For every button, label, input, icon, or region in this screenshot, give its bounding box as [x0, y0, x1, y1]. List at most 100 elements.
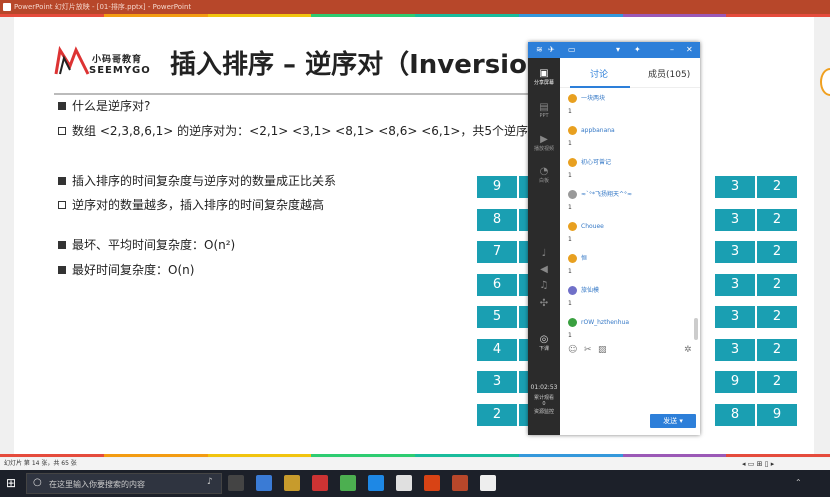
grid-cell: 7: [476, 240, 518, 264]
close-icon[interactable]: ✕: [686, 46, 693, 54]
grid-cell: 8: [476, 207, 518, 232]
grid-cell: 2: [756, 305, 798, 329]
live-chat-panel: ≋ ✈ ▭ ▾ ✦ – ✕ ▣ 分享屏幕 ▤ PPT ▶ 播放视频 ◔ 白板 ♩ ◀ ♫…: [528, 42, 700, 435]
ppt-button[interactable]: ▤ PPT: [528, 102, 560, 119]
message-text: 1: [568, 204, 572, 211]
grid-cell: 3: [714, 337, 756, 362]
bullet-6: 最好时间复杂度：O(n): [58, 261, 194, 278]
minimize-icon[interactable]: –: [670, 46, 674, 54]
avatar[interactable]: [568, 190, 577, 199]
grid-cell: 3: [714, 272, 756, 297]
avatar[interactable]: [568, 158, 577, 167]
avatar[interactable]: [568, 286, 577, 295]
window-titlebar: PowerPoint 幻灯片放映 - [01-排序.pptx] - PowerP…: [0, 0, 830, 14]
grid-cell: 2: [756, 175, 798, 199]
avatar[interactable]: [568, 94, 577, 103]
view-icons[interactable]: ◂ ▭ ⊞ ▯ ▸: [742, 458, 774, 470]
grid-cell: 2: [756, 272, 798, 297]
avatar[interactable]: [568, 318, 577, 327]
message-text: 1: [568, 108, 572, 115]
app-icon-3[interactable]: [312, 475, 328, 491]
share-icon[interactable]: ✈: [548, 46, 555, 54]
app-icon-7[interactable]: [424, 475, 440, 491]
powerpoint-taskbar-icon[interactable]: [452, 475, 468, 491]
title-divider: [54, 93, 529, 95]
message-author: ≈`°*飞扬翔天^°≈: [581, 191, 633, 198]
message-author: rOW_hzthenhua: [581, 319, 630, 326]
pin-icon[interactable]: ✦: [634, 46, 641, 54]
end-class-button[interactable]: ◎ 下课: [528, 334, 560, 352]
grid-cell: 3: [476, 370, 518, 394]
share-screen-button[interactable]: ▣ 分享屏幕: [528, 68, 560, 86]
bullet-4: 逆序对的数量越多，插入排序的时间复杂度越高: [58, 196, 324, 213]
avatar[interactable]: [568, 222, 577, 231]
floating-side-button[interactable]: [820, 68, 830, 96]
app-icon-9[interactable]: [480, 475, 496, 491]
search-input: 在这里输入你要搜索的内容: [49, 480, 145, 489]
whiteboard-icon: ◔: [539, 166, 549, 177]
music-icon[interactable]: ♫: [528, 280, 560, 291]
grid-cell: 3: [714, 240, 756, 264]
send-button[interactable]: 发送 ▾: [650, 414, 696, 428]
mic-icon[interactable]: ♩: [528, 248, 560, 259]
grid-cell: 9: [476, 175, 518, 199]
slide-counter: 幻灯片 第 14 张，共 65 张: [4, 460, 77, 467]
grid-cell: 3: [714, 175, 756, 199]
image-icon[interactable]: ▨: [598, 345, 607, 355]
grid-cell: 2: [476, 402, 518, 427]
scrollbar[interactable]: [694, 318, 698, 340]
logo-m-icon: [54, 46, 90, 75]
chat-tools: ☺ ✂ ▨ ✲: [566, 345, 696, 357]
grid-cell: 2: [756, 337, 798, 362]
app-icon-5[interactable]: [368, 475, 384, 491]
whiteboard-button[interactable]: ◔ 白板: [528, 166, 560, 184]
settings-icon[interactable]: ✲: [684, 345, 692, 355]
windows-start-icon[interactable]: ⊞: [6, 476, 20, 490]
message-author: Chouee: [581, 223, 604, 230]
panel-leftbar: ▣ 分享屏幕 ▤ PPT ▶ 播放视频 ◔ 白板 ♩ ◀ ♫ ✣ ◎ 下课 01:02:5…: [528, 58, 560, 435]
task-view-icon[interactable]: [228, 475, 244, 491]
scissors-icon[interactable]: ✂: [584, 345, 592, 355]
message-text: 1: [568, 300, 572, 307]
color-band-bottom: [0, 454, 830, 457]
share-screen-icon: ▣: [539, 68, 549, 79]
window-icon[interactable]: ▭: [568, 46, 576, 54]
message-author: 一块两块: [581, 95, 606, 102]
app-icon-1[interactable]: [256, 475, 272, 491]
tab-members[interactable]: 成员(105): [648, 67, 690, 80]
grid-cell: 4: [476, 337, 518, 362]
grid-cell: 2: [756, 207, 798, 232]
message-author: 初心可曾记: [581, 159, 612, 166]
search-icon: ○: [33, 477, 42, 488]
bullet-5: 最坏、平均时间复杂度：O(n²): [58, 236, 235, 253]
app-icon-4[interactable]: [340, 475, 356, 491]
taskbar: ⊞ ○ 在这里输入你要搜索的内容 ♪ ⌃: [0, 470, 830, 497]
timer-count: 0: [542, 401, 546, 407]
avatar[interactable]: [568, 254, 577, 263]
tab-discuss[interactable]: 讨论: [590, 67, 608, 80]
timer-label: 累计观看: [533, 395, 554, 401]
grid-cell: 6: [476, 272, 518, 297]
logo-english: SEEMYGO: [89, 65, 151, 76]
statusbar: 幻灯片 第 14 张，共 65 张 ◂ ▭ ⊞ ▯ ▸: [0, 458, 830, 470]
message-text: 1: [568, 332, 572, 339]
fullscreen-icon[interactable]: ✣: [528, 298, 560, 309]
emoji-icon[interactable]: ☺: [568, 345, 577, 355]
message-author: appbanana: [581, 127, 615, 134]
app-icon-6[interactable]: [396, 475, 412, 491]
tray-icon[interactable]: ⌃: [795, 478, 802, 487]
taskbar-search[interactable]: ○ 在这里输入你要搜索的内容 ♪: [26, 473, 222, 494]
speaker-icon[interactable]: ◀: [528, 264, 560, 275]
dropdown-icon[interactable]: ▾: [616, 46, 620, 54]
chat-tabs: 讨论 成员(105): [560, 58, 700, 88]
grid-cell: 3: [714, 305, 756, 329]
logo-chinese: 小码哥教育: [92, 55, 143, 65]
play-video-button[interactable]: ▶ 播放视频: [528, 134, 560, 152]
grid-cell: 8: [714, 402, 756, 427]
grid-cell: 5: [476, 305, 518, 329]
avatar[interactable]: [568, 126, 577, 135]
app-icon-2[interactable]: [284, 475, 300, 491]
grid-cell: 2: [756, 370, 798, 394]
microphone-icon[interactable]: ♪: [207, 477, 213, 487]
bullet-3: 插入排序的时间复杂度与逆序对的数量成正比关系: [58, 172, 336, 189]
